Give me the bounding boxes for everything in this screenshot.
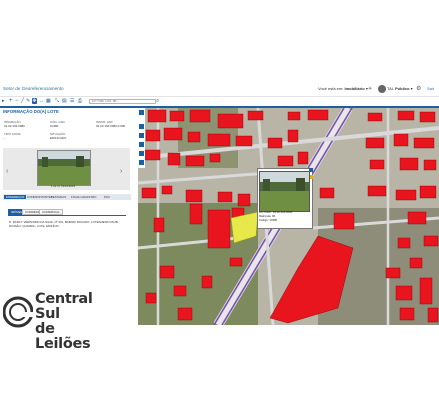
tab-pgv[interactable]: PGV	[104, 195, 110, 199]
map-tool-icon[interactable]	[139, 110, 144, 115]
exit-link[interactable]: Sair	[427, 86, 434, 91]
lot-photo[interactable]	[37, 150, 91, 186]
tab-confrontantes[interactable]: CONFRONTANTES	[27, 195, 53, 199]
map-tool-icon[interactable]	[139, 124, 144, 129]
role-label: TAL	[387, 86, 394, 91]
user-menu[interactable]: TAL Público ▾	[387, 86, 413, 91]
location-question: Você está em:	[318, 86, 344, 91]
subtab-divider	[8, 215, 126, 216]
logo-emblem-icon	[3, 296, 33, 328]
map-tool-icon[interactable]	[139, 133, 144, 138]
field-value: -	[4, 136, 5, 140]
area-icon[interactable]: ▦	[46, 98, 51, 104]
carousel-next-icon[interactable]: ›	[120, 168, 122, 175]
user-label: Público	[395, 86, 410, 91]
popup-codigo: Código: 10480	[259, 217, 278, 222]
address-text: R. DARCY VERISSIMO DA SILVA, Nº 291, BAI…	[9, 220, 119, 228]
tab-ficha-cadastro[interactable]: FICHA CADASTRO	[71, 195, 96, 199]
pan-icon[interactable]: ✥	[32, 98, 37, 104]
header-bar	[0, 84, 439, 97]
map-tool-icon[interactable]	[139, 151, 144, 156]
field-label: TIPO CONS.	[4, 132, 22, 136]
popup-info: Ins. Imob.: 01.02.104.0080 Matrícula: 00…	[259, 210, 292, 222]
location-label: Você está em: Imobiliário ▾	[318, 86, 368, 91]
logo-line-2: de Leilões	[35, 321, 91, 352]
field-value: 01.02.104.0080.0.000	[96, 124, 126, 128]
app-title: Setor de Georeferenciamento	[3, 86, 64, 91]
carousel-prev-icon[interactable]: ‹	[6, 168, 8, 175]
zoom-out-icon[interactable]: −	[15, 98, 20, 104]
print-icon[interactable]: ⎙	[78, 98, 83, 104]
map-tool-icon[interactable]	[139, 142, 144, 147]
edit-icon[interactable]: ✎	[26, 98, 31, 104]
location-select[interactable]: Imobiliário	[344, 86, 364, 91]
field-value: EDIFICADO	[50, 136, 67, 140]
user-icon[interactable]	[378, 85, 386, 93]
measure-icon[interactable]: ↔	[39, 98, 44, 104]
search-icon[interactable]: ⌕	[156, 98, 159, 105]
popup-photo	[259, 171, 310, 212]
panel-title: INFORMAÇÃO DO(A) LOTE	[3, 109, 59, 114]
photo-caption: 1 de 1 | 01/10/2019	[50, 184, 76, 188]
zoom-in-icon[interactable]: +	[9, 98, 14, 104]
search-input[interactable]	[89, 99, 156, 104]
logo-line-1: Central Sul	[35, 291, 93, 322]
tab-testadas[interactable]: TESTADAS	[51, 195, 66, 199]
grid-icon[interactable]: ▤	[62, 98, 67, 104]
layers-icon[interactable]: ☰	[70, 98, 75, 104]
gear-icon[interactable]: ⚙	[416, 85, 421, 92]
select-icon[interactable]: ⤡	[55, 98, 60, 104]
map-tool-icon[interactable]	[139, 160, 144, 165]
map-side-tools	[138, 108, 145, 168]
tab-enderecos[interactable]: ENDEREÇOS	[4, 195, 27, 199]
home-icon[interactable]: ▸	[2, 98, 7, 104]
field-value: 01.02.104.0080	[4, 124, 25, 128]
field-value: 10480	[50, 124, 59, 128]
bell-icon[interactable]: ✈	[368, 86, 372, 92]
